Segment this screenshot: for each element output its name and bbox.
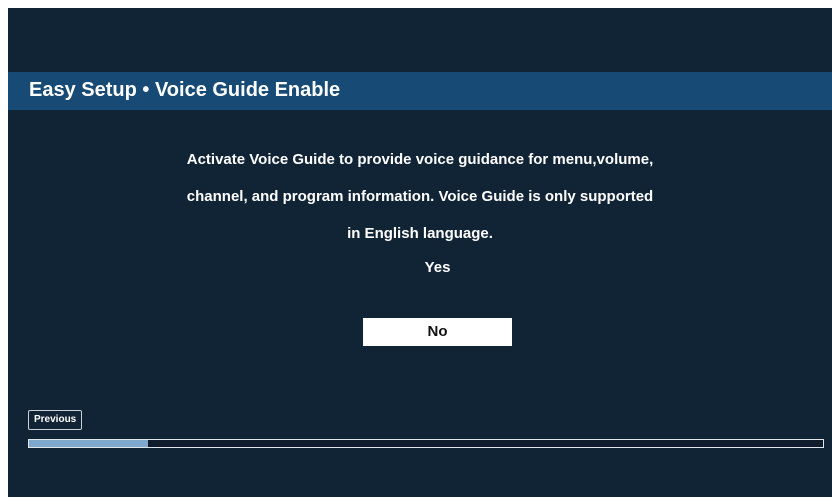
message-line-3: in English language. [347,225,493,242]
no-option[interactable]: No [363,318,512,346]
tv-screen: Easy Setup • Voice Guide Enable Activate… [8,8,832,497]
progress-bar [28,439,824,448]
page-title: Easy Setup • Voice Guide Enable [29,79,341,101]
progress-fill [29,440,149,447]
message-text: Activate Voice Guide to provide voice gu… [8,141,832,252]
message-line-1: Activate Voice Guide to provide voice gu… [186,151,654,168]
message-line-2: channel, and program information. Voice … [186,188,654,205]
yes-option[interactable]: Yes [363,255,512,281]
previous-button[interactable]: Previous [28,410,83,430]
title-bar: Easy Setup • Voice Guide Enable [8,72,832,110]
